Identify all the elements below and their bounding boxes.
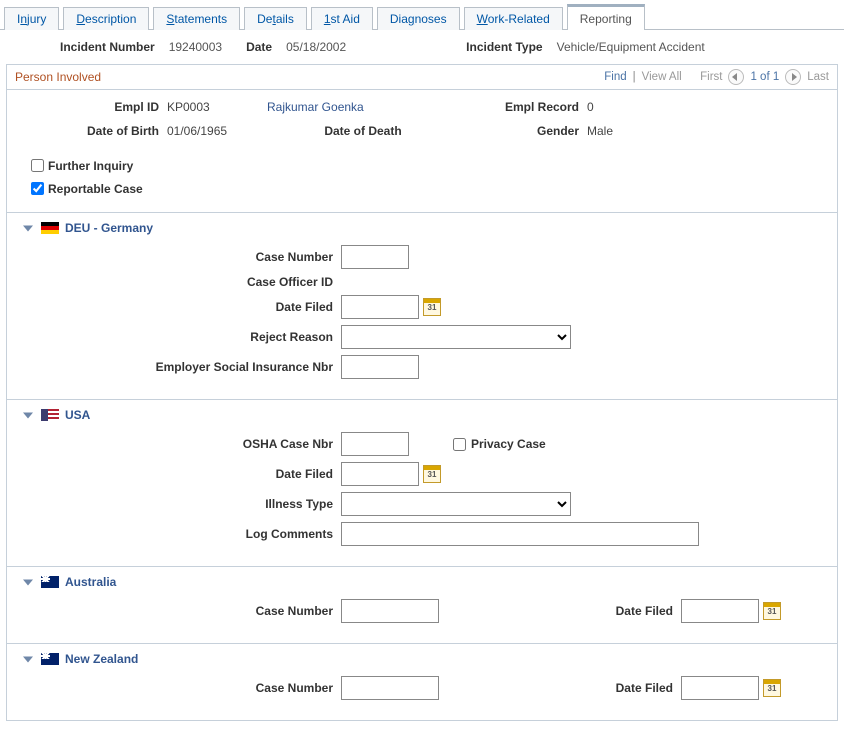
aus-case-number-input[interactable] — [341, 599, 439, 623]
dob-label: Date of Birth — [27, 124, 167, 138]
nzl-block: New Zealand Case Number Date Filed — [7, 643, 837, 720]
deu-case-number-input[interactable] — [341, 245, 409, 269]
aus-date-filed-input[interactable] — [681, 599, 759, 623]
last-link[interactable]: Last — [807, 71, 829, 83]
calendar-icon[interactable] — [423, 298, 441, 316]
tab-diagnoses[interactable]: Diagnoses — [377, 7, 460, 30]
empl-record-label: Empl Record — [467, 100, 587, 114]
nzl-title: New Zealand — [65, 652, 138, 666]
further-inquiry-label: Further Inquiry — [48, 159, 141, 173]
tab-details[interactable]: Details — [244, 7, 307, 30]
dob-value: 01/06/1965 — [167, 124, 267, 138]
aus-title: Australia — [65, 575, 116, 589]
usa-privacy-label: Privacy Case — [471, 437, 546, 451]
view-all-link[interactable]: View All — [642, 71, 682, 83]
gender-value: Male — [587, 124, 687, 138]
usa-osha-label: OSHA Case Nbr — [23, 437, 341, 451]
usa-title: USA — [65, 408, 90, 422]
usa-privacy-checkbox[interactable] — [453, 438, 466, 451]
deu-title: DEU - Germany — [65, 221, 153, 235]
collapse-toggle-icon[interactable] — [23, 656, 33, 662]
calendar-icon[interactable] — [423, 465, 441, 483]
usa-date-filed-label: Date Filed — [23, 467, 341, 481]
incident-type-value: Vehicle/Equipment Accident — [557, 40, 705, 54]
usa-illness-type-label: Illness Type — [23, 497, 341, 511]
gender-label: Gender — [467, 124, 587, 138]
employee-name-link[interactable]: Rajkumar Goenka — [267, 100, 467, 114]
australia-flag-icon — [41, 576, 59, 588]
reportable-case-label: Reportable Case — [48, 182, 151, 196]
deu-block: DEU - Germany Case Number Case Officer I… — [7, 212, 837, 399]
usa-log-comments-label: Log Comments — [23, 527, 341, 541]
tab-work-related[interactable]: Work-Related — [464, 7, 563, 30]
person-involved-section: Person Involved Find | View All First 1 … — [6, 64, 838, 721]
aus-block: Australia Case Number Date Filed — [7, 566, 837, 643]
prev-icon[interactable] — [728, 69, 744, 85]
tab-description[interactable]: Description — [63, 7, 149, 30]
usa-date-filed-input[interactable] — [341, 462, 419, 486]
find-link[interactable]: Find — [604, 71, 626, 83]
collapse-toggle-icon[interactable] — [23, 225, 33, 231]
emplid-label: Empl ID — [27, 100, 167, 114]
incident-number-label: Incident Number — [60, 40, 163, 54]
germany-flag-icon — [41, 222, 59, 234]
usa-block: USA OSHA Case Nbr Privacy Case Date File… — [7, 399, 837, 566]
new-zealand-flag-icon — [41, 653, 59, 665]
nzl-case-number-input[interactable] — [341, 676, 439, 700]
usa-osha-input[interactable] — [341, 432, 409, 456]
emplid-value: KP0003 — [167, 100, 267, 114]
tab-first-aid[interactable]: 1st Aid — [311, 7, 373, 30]
deu-employer-sin-label: Employer Social Insurance Nbr — [23, 360, 341, 374]
usa-log-comments-input[interactable] — [341, 522, 699, 546]
reportable-case-checkbox[interactable] — [31, 182, 44, 195]
first-link[interactable]: First — [700, 71, 722, 83]
record-counter: 1 of 1 — [750, 71, 779, 83]
calendar-icon[interactable] — [763, 602, 781, 620]
collapse-toggle-icon[interactable] — [23, 412, 33, 418]
tab-injury[interactable]: Injury — [4, 7, 59, 30]
nzl-date-filed-input[interactable] — [681, 676, 759, 700]
nzl-date-filed-label: Date Filed — [608, 681, 681, 695]
tab-strip: Injury Description Statements Details 1s… — [0, 0, 844, 30]
usa-flag-icon — [41, 409, 59, 421]
deu-case-officer-label: Case Officer ID — [23, 275, 341, 289]
incident-number-value: 19240003 — [169, 40, 222, 54]
dod-label: Date of Death — [267, 124, 467, 138]
empl-record-value: 0 — [587, 100, 687, 114]
incident-date-label: Date — [246, 40, 280, 54]
nzl-case-number-label: Case Number — [23, 681, 341, 695]
incident-summary: Incident Number 19240003 Date 05/18/2002… — [0, 30, 844, 64]
aus-case-number-label: Case Number — [23, 604, 341, 618]
deu-reject-reason-label: Reject Reason — [23, 330, 341, 344]
tab-statements[interactable]: Statements — [153, 7, 240, 30]
further-inquiry-checkbox[interactable] — [31, 159, 44, 172]
aus-date-filed-label: Date Filed — [608, 604, 681, 618]
usa-illness-type-select[interactable] — [341, 492, 571, 516]
tab-reporting[interactable]: Reporting — [567, 4, 645, 30]
section-title: Person Involved — [15, 70, 101, 84]
deu-date-filed-input[interactable] — [341, 295, 419, 319]
incident-type-label: Incident Type — [466, 40, 550, 54]
next-icon[interactable] — [785, 69, 801, 85]
deu-case-number-label: Case Number — [23, 250, 341, 264]
collapse-toggle-icon[interactable] — [23, 579, 33, 585]
deu-reject-reason-select[interactable] — [341, 325, 571, 349]
deu-employer-sin-input[interactable] — [341, 355, 419, 379]
incident-date-value: 05/18/2002 — [286, 40, 346, 54]
deu-date-filed-label: Date Filed — [23, 300, 341, 314]
calendar-icon[interactable] — [763, 679, 781, 697]
